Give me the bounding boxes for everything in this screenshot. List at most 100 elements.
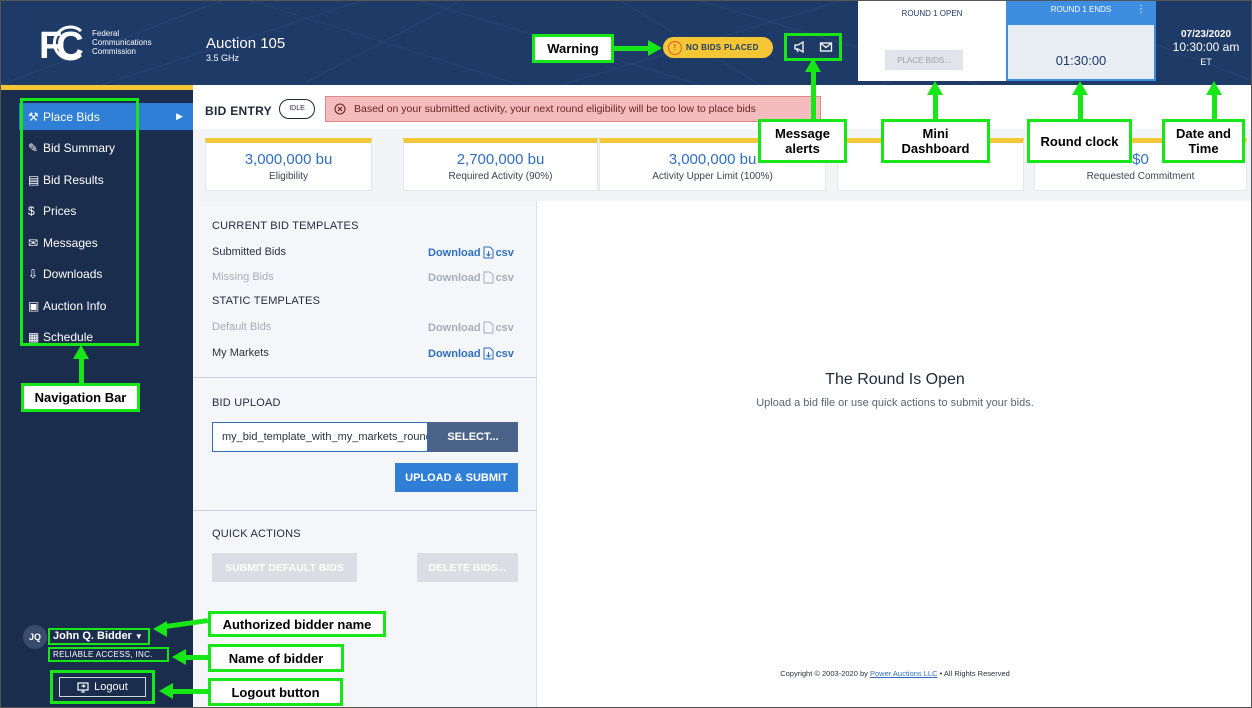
round-status-label: ROUND 1 OPEN <box>901 9 963 18</box>
download-csv-link[interactable]: Download csv <box>428 246 514 259</box>
quick-actions-title: QUICK ACTIONS <box>212 528 301 540</box>
callout-message-alerts: Message alerts <box>758 119 847 163</box>
download-label: Download <box>428 271 481 284</box>
callout-arrow <box>173 689 208 694</box>
fcc-logo[interactable]: FC Federal Communications Commission <box>37 21 187 65</box>
csv-label: csv <box>495 321 514 334</box>
stat-card: 3,000,000 bu Eligibility <box>205 138 372 191</box>
download-csv-link: Download csv <box>428 321 514 334</box>
callout-arrow <box>1212 93 1217 119</box>
callout-arrow <box>79 357 84 383</box>
copyright-rights: • All Rights Reserved <box>939 669 1010 678</box>
callout-arrowhead <box>648 40 662 56</box>
kebab-menu-icon[interactable]: ⋮ <box>1136 4 1146 15</box>
static-templates-title: STATIC TEMPLATES <box>212 295 321 307</box>
fcc-org-name: Federal Communications Commission <box>92 29 152 56</box>
current-templates-title: CURRENT BID TEMPLATES <box>212 220 359 232</box>
megaphone-icon[interactable] <box>793 40 807 54</box>
close-circle-icon <box>334 103 346 115</box>
callout-arrow <box>186 655 208 660</box>
date-time: 07/23/2020 10:30:00 am ET <box>1159 29 1251 67</box>
lightbulb-icon: ! <box>668 40 682 55</box>
timezone: ET <box>1200 57 1212 67</box>
callout-arrowhead <box>805 58 821 72</box>
status-badge: IDLE <box>279 99 315 119</box>
error-banner: Based on your submitted activity, your n… <box>325 96 821 122</box>
download-label: Download <box>428 321 481 334</box>
chevron-down-icon: ▼ <box>134 632 143 641</box>
stat-label: Activity Upper Limit (100%) <box>652 171 773 182</box>
warning-text: NO BIDS PLACED <box>686 43 759 52</box>
download-csv-link[interactable]: Download csv <box>428 347 514 360</box>
stat-label: Requested Commitment <box>1086 171 1195 182</box>
message-alerts <box>784 33 842 61</box>
template-row-label: Missing Bids <box>212 271 274 283</box>
template-row-label: Submitted Bids <box>212 246 286 258</box>
file-name-field[interactable]: my_bid_template_with_my_markets_round_1.… <box>212 422 428 452</box>
file-icon <box>483 271 494 284</box>
divider <box>193 377 537 378</box>
download-csv-link: Download csv <box>428 271 514 284</box>
download-label: Download <box>428 246 481 259</box>
callout-arrowhead <box>927 81 943 95</box>
upload-submit-button[interactable]: UPLOAD & SUBMIT <box>395 463 518 492</box>
callout-arrow <box>811 69 816 119</box>
user-name: John Q. Bidder <box>53 630 132 642</box>
round-time-remaining: 01:30:00 <box>1055 53 1107 68</box>
round-clock: ROUND 1 ENDS ⋮ 01:30:00 <box>1006 1 1156 81</box>
logout-button[interactable]: Logout <box>59 677 146 697</box>
stat-label: Required Activity (90%) <box>448 171 553 182</box>
callout-arrowhead <box>73 345 89 359</box>
stat-label: Eligibility <box>269 171 308 182</box>
delete-bids-button[interactable]: DELETE BIDS... <box>417 553 518 582</box>
fcc-logo-icon: FC <box>39 25 87 65</box>
callout-arrowhead <box>1206 81 1222 95</box>
stat-card: 2,700,000 bu Required Activity (90%) <box>403 138 598 191</box>
auction-subtitle: 3.5 GHz <box>206 53 240 63</box>
callout-arrowhead <box>172 649 186 665</box>
bid-upload-title: BID UPLOAD <box>212 397 281 409</box>
template-row-label: Default Bids <box>212 321 272 333</box>
round-ends-label: ROUND 1 ENDS <box>1008 3 1154 25</box>
file-icon <box>483 321 494 334</box>
divider <box>193 510 537 511</box>
logout-highlight: Logout <box>50 670 155 704</box>
callout-mini-dashboard: Mini Dashboard <box>881 119 990 163</box>
callout-warning: Warning <box>532 34 614 63</box>
mini-dashboard: ROUND 1 OPEN PLACE BIDS... <box>858 1 1006 81</box>
callout-arrow <box>933 93 938 119</box>
current-time: 10:30:00 am <box>1172 40 1240 54</box>
callout-arrow <box>1078 93 1083 119</box>
error-message: Based on your submitted activity, your n… <box>354 103 756 115</box>
csv-label: csv <box>495 347 514 360</box>
place-bids-button[interactable]: PLACE BIDS... <box>885 50 963 70</box>
csv-label: csv <box>495 271 514 284</box>
avatar[interactable]: JQ <box>23 625 47 649</box>
callout-logout-button: Logout button <box>208 678 343 706</box>
warning-badge[interactable]: ! NO BIDS PLACED <box>663 37 773 58</box>
app-window: FC Federal Communications Commission Auc… <box>0 0 1252 708</box>
select-file-button[interactable]: SELECT... <box>428 422 518 452</box>
callout-arrowhead <box>1072 81 1088 95</box>
file-download-icon <box>483 347 494 360</box>
chevron-right-icon: ▶ <box>176 111 183 121</box>
callout-round-clock: Round clock <box>1027 119 1132 163</box>
header-bar: FC Federal Communications Commission Auc… <box>1 1 1251 85</box>
callout-bidder-name: Name of bidder <box>208 644 344 672</box>
bid-entry-title: BID ENTRY <box>205 104 272 118</box>
round-open-subtitle: Upload a bid file or use quick actions t… <box>756 397 1034 409</box>
auction-title: Auction 105 <box>206 35 286 52</box>
callout-arrowhead <box>159 683 173 699</box>
bidder-org-name: RELIABLE ACCESS, INC. <box>48 647 169 662</box>
user-name-dropdown[interactable]: John Q. Bidder ▼ <box>48 628 150 645</box>
logout-icon <box>77 681 89 692</box>
csv-label: csv <box>495 246 514 259</box>
callout-arrowhead <box>153 621 167 637</box>
navigation-bar-highlight <box>20 98 139 346</box>
template-row-label: My Markets <box>212 347 269 359</box>
power-auctions-link[interactable]: Power Auctions LLC <box>870 669 938 678</box>
envelope-icon[interactable] <box>819 40 833 54</box>
current-date: 07/23/2020 <box>1180 29 1232 40</box>
callout-authorized-name: Authorized bidder name <box>208 611 386 637</box>
submit-default-bids-button[interactable]: SUBMIT DEFAULT BIDS <box>212 553 357 582</box>
